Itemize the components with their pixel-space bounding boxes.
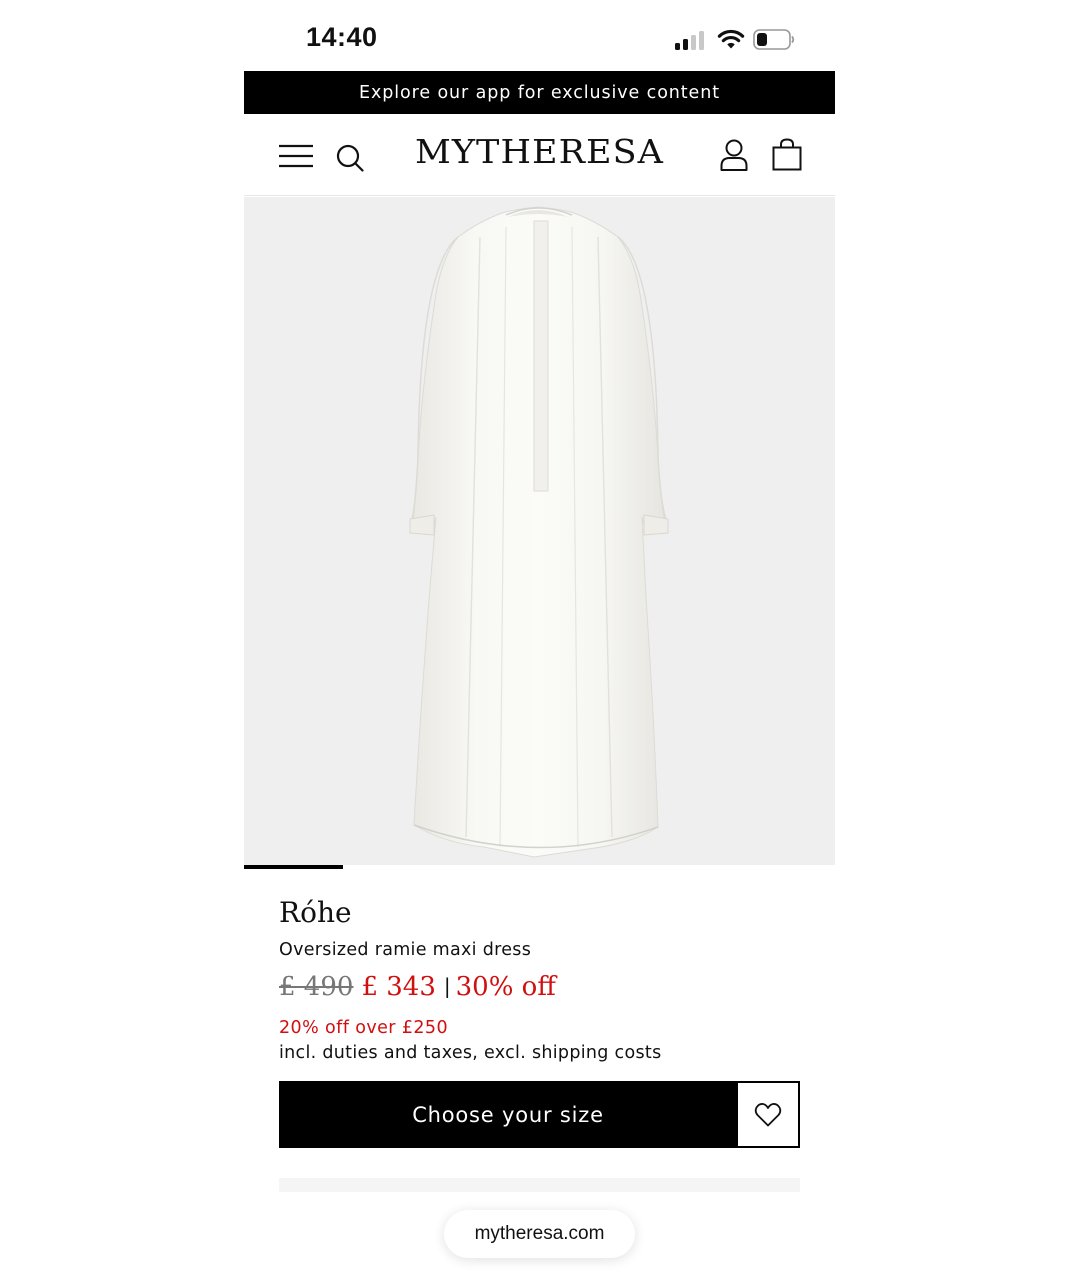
wifi-icon (717, 29, 745, 49)
signal-icon (675, 30, 707, 50)
phone-screen: 14:40 Explore our app for exclusive cont… (244, 0, 835, 1280)
status-bar: 14:40 (244, 0, 835, 71)
choose-size-label: Choose your size (412, 1102, 604, 1127)
product-image[interactable] (244, 197, 835, 865)
image-carousel-progress-fill (244, 865, 343, 869)
shopping-bag-icon[interactable] (772, 138, 802, 171)
banner-text: Explore our app for exclusive content (359, 82, 720, 103)
discount-label: 30% off (455, 972, 556, 1002)
sale-price: £ 343 (361, 972, 436, 1002)
product-name: Oversized ramie maxi dress (279, 940, 532, 960)
app-promo-banner[interactable]: Explore our app for exclusive content (244, 71, 835, 114)
browser-url-bar[interactable]: mytheresa.com (444, 1210, 635, 1258)
dress-illustration (409, 206, 669, 858)
brand-name[interactable]: Róhe (279, 896, 352, 929)
promo-text: 20% off over £250 (279, 1018, 448, 1038)
url-text: mytheresa.com (474, 1223, 605, 1244)
heart-icon (754, 1102, 782, 1126)
choose-size-button[interactable]: Choose your size (279, 1081, 737, 1148)
battery-icon (753, 29, 795, 50)
status-time: 14:40 (306, 22, 378, 52)
section-divider (279, 1178, 800, 1192)
site-header: MYTHERESA (244, 114, 835, 196)
account-icon[interactable] (720, 139, 748, 171)
image-carousel-progress (244, 865, 835, 869)
price-row: £ 490 £ 343 | 30% off (279, 972, 556, 1002)
tax-note: incl. duties and taxes, excl. shipping c… (279, 1043, 662, 1063)
site-logo[interactable]: MYTHERESA (226, 132, 852, 171)
wishlist-button[interactable] (736, 1081, 800, 1148)
price-separator: | (443, 974, 451, 998)
original-price: £ 490 (279, 972, 354, 1002)
